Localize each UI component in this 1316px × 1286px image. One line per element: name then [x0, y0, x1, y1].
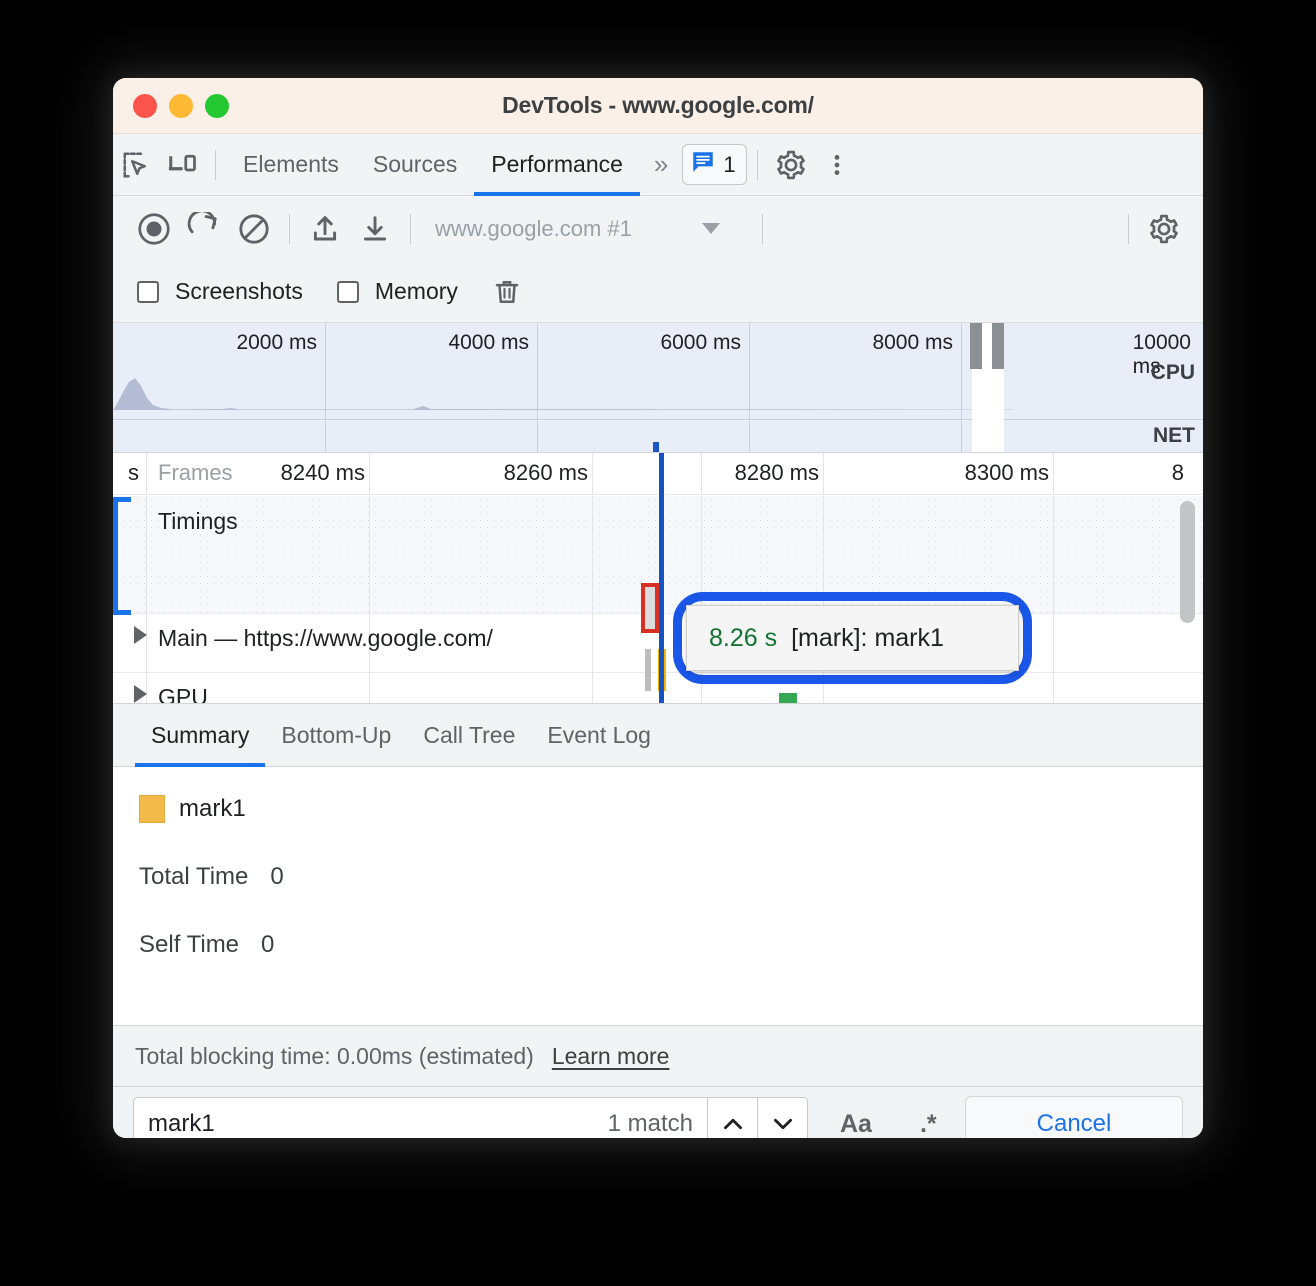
upload-profile-icon[interactable] [300, 204, 350, 254]
search-prev-button[interactable] [708, 1097, 758, 1138]
capture-options-row: Screenshots Memory [113, 261, 1203, 323]
inspect-element-icon[interactable] [113, 142, 159, 188]
summary-total-time-row: Total Time 0 [139, 863, 1203, 891]
devtools-window: DevTools - www.google.com/ Elements Sour… [113, 78, 1203, 1138]
ruler-tick: 8300 ms [965, 460, 1053, 486]
record-circle-icon[interactable] [129, 204, 179, 254]
flame-chart-scrollbar[interactable] [1180, 501, 1195, 623]
summary-panel: mark1 Total Time 0 Self Time 0 [113, 767, 1203, 1025]
summary-self-time-value: 0 [261, 931, 274, 959]
selection-bracket [113, 497, 131, 615]
reload-and-record-icon[interactable] [179, 204, 229, 254]
search-input[interactable]: mark1 1 match [133, 1097, 708, 1138]
overview-breadcrumb-marker [653, 442, 659, 452]
screenshots-label[interactable]: Screenshots [175, 278, 303, 305]
recording-selector-label[interactable]: www.google.com #1 [435, 216, 632, 242]
overview-tick: 4000 ms [448, 331, 537, 355]
caret-down-icon[interactable] [702, 223, 720, 234]
device-toolbar-icon[interactable] [159, 142, 205, 188]
record-toolbar-divider-2 [410, 214, 411, 244]
tab-elements[interactable]: Elements [226, 134, 356, 196]
clear-recording-icon[interactable] [229, 204, 279, 254]
gear-icon[interactable] [768, 142, 814, 188]
kebab-menu-icon[interactable] [814, 142, 860, 188]
summary-self-time-label: Self Time [139, 931, 239, 959]
detail-tab-bar: Summary Bottom-Up Call Tree Event Log [113, 703, 1203, 767]
tab-bottom-up[interactable]: Bottom-Up [265, 703, 407, 767]
window-title: DevTools - www.google.com/ [113, 92, 1203, 119]
summary-event-name: mark1 [179, 795, 246, 823]
screenshots-checkbox[interactable] [137, 281, 159, 303]
chevron-double-right-icon[interactable]: » [640, 149, 678, 180]
chevron-up-icon [720, 1111, 746, 1137]
tab-event-log[interactable]: Event Log [531, 703, 667, 767]
download-profile-icon[interactable] [350, 204, 400, 254]
flame-chart-ruler[interactable]: s Frames 8240 ms 8260 ms 8280 ms 8300 ms… [113, 453, 1203, 495]
memory-checkbox[interactable] [337, 281, 359, 303]
gpu-task-block[interactable] [779, 693, 797, 703]
track-label-timings[interactable]: Timings [158, 508, 238, 535]
main-tab-bar: Elements Sources Performance » 1 [113, 134, 1203, 196]
console-messages-button[interactable]: 1 [682, 144, 746, 185]
search-match-count: 1 match [608, 1110, 693, 1138]
overview-tick: 2000 ms [236, 331, 325, 355]
tab-summary[interactable]: Summary [135, 703, 265, 767]
summary-self-time-row: Self Time 0 [139, 931, 1203, 959]
search-input-value[interactable]: mark1 [148, 1110, 598, 1138]
main-marker-gray[interactable] [645, 649, 651, 691]
event-color-swatch [139, 795, 165, 823]
record-toolbar-divider [289, 214, 290, 244]
cpu-usage-curve [113, 374, 1013, 410]
capture-settings-gear-icon[interactable] [1139, 204, 1189, 254]
tooltip-event-name: [mark]: mark1 [791, 624, 944, 653]
learn-more-link[interactable]: Learn more [552, 1043, 670, 1070]
overview-right-handle[interactable] [992, 323, 1004, 369]
regex-toggle[interactable]: .* [904, 1110, 953, 1139]
toolbar-divider-2 [757, 150, 758, 180]
track-expand-gpu-icon[interactable] [134, 685, 147, 703]
summary-event-row: mark1 [139, 795, 1203, 823]
record-toolbar-divider-3 [762, 214, 763, 244]
toolbar-divider [215, 150, 216, 180]
cancel-button[interactable]: Cancel [965, 1096, 1183, 1138]
record-toolbar: www.google.com #1 [113, 196, 1203, 261]
ruler-tick: 8280 ms [735, 460, 823, 486]
timeline-overview[interactable]: 2000 ms 4000 ms 6000 ms 8000 ms 10000 ms… [113, 323, 1203, 453]
tab-call-tree[interactable]: Call Tree [407, 703, 531, 767]
summary-total-time-value: 0 [270, 863, 283, 891]
total-blocking-time-text: Total blocking time: 0.00ms (estimated) [135, 1043, 534, 1070]
track-label-main[interactable]: Main — https://www.google.com/ [158, 625, 493, 652]
search-next-button[interactable] [758, 1097, 808, 1138]
ruler-tick: 8240 ms [281, 460, 369, 486]
timeline-playhead[interactable] [659, 453, 664, 703]
status-bar: Total blocking time: 0.00ms (estimated) … [113, 1025, 1203, 1087]
tooltip-timestamp: 8.26 s [709, 624, 777, 653]
tab-performance[interactable]: Performance [474, 134, 640, 196]
memory-label[interactable]: Memory [375, 278, 458, 305]
record-toolbar-divider-4 [1128, 214, 1129, 244]
event-tooltip: 8.26 s [mark]: mark1 [686, 605, 1019, 671]
timing-marker-selected[interactable] [641, 583, 659, 633]
flame-chart[interactable]: s Frames 8240 ms 8260 ms 8280 ms 8300 ms… [113, 453, 1203, 703]
match-case-toggle[interactable]: Aa [824, 1110, 888, 1139]
title-bar: DevTools - www.google.com/ [113, 78, 1203, 134]
ruler-tick: 8 [1172, 460, 1188, 486]
overview-row-label-cpu: CPU [1151, 361, 1195, 385]
chevron-down-icon [770, 1111, 796, 1137]
tab-sources[interactable]: Sources [356, 134, 474, 196]
overview-row-label-net: NET [1153, 424, 1195, 448]
search-bar: mark1 1 match Aa .* Cancel [113, 1087, 1203, 1138]
overview-tick: 6000 ms [660, 331, 749, 355]
overview-left-handle[interactable] [970, 323, 982, 369]
ruler-tick: 8260 ms [504, 460, 592, 486]
console-message-icon [690, 149, 716, 180]
trash-icon[interactable] [492, 277, 522, 307]
frames-track-label: Frames [158, 460, 233, 486]
track-expand-main-icon[interactable] [134, 626, 147, 644]
summary-total-time-label: Total Time [139, 863, 248, 891]
console-message-count: 1 [723, 152, 735, 178]
overview-tick: 8000 ms [872, 331, 961, 355]
ruler-tick-partial: s [128, 460, 143, 486]
track-label-gpu[interactable]: GPU [158, 684, 208, 703]
